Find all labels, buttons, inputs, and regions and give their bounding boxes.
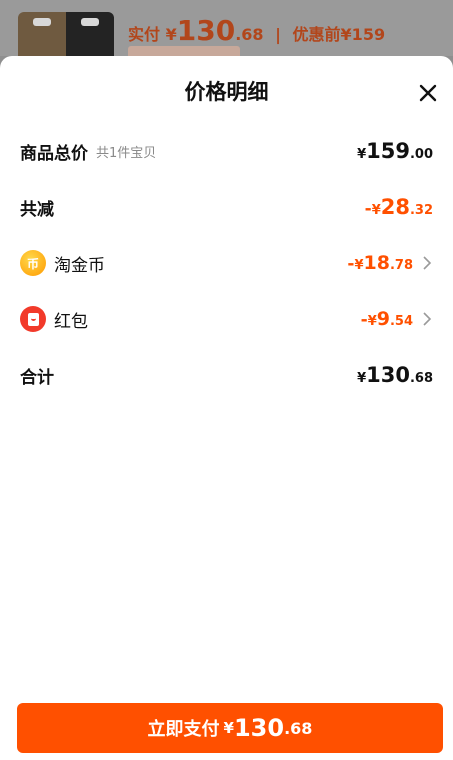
- row-total-reduction: 共减 - ¥28.32: [20, 192, 433, 222]
- row-taojinbi[interactable]: 币 淘金币 - ¥18.78: [20, 248, 433, 278]
- red-packet-icon: [20, 306, 46, 332]
- background-price-summary: 实付 ¥130.68 | 优惠前¥159: [128, 14, 385, 47]
- red-packet-amount: - ¥9.54: [360, 308, 413, 330]
- before-discount-label: 优惠前: [292, 25, 341, 44]
- paid-decimal: .68: [235, 25, 264, 44]
- grand-total-amount: ¥130.68: [357, 363, 433, 387]
- before-discount-amount: ¥159: [340, 25, 386, 44]
- taojinbi-label: 淘金币: [54, 255, 105, 276]
- chevron-right-icon: [423, 312, 432, 326]
- close-button[interactable]: [413, 78, 443, 108]
- taojinbi-coin-icon: 币: [20, 250, 46, 276]
- price-separator: |: [275, 25, 281, 44]
- row-grand-total: 合计 ¥130.68: [20, 360, 433, 390]
- row-goods-total: 商品总价 共1件宝贝 ¥159.00: [20, 136, 433, 166]
- background-chip: [128, 46, 240, 56]
- close-icon: [419, 84, 437, 102]
- price-detail-sheet: 价格明细 商品总价 共1件宝贝 ¥159.00 共减 - ¥28.32 币 淘金币…: [0, 56, 453, 760]
- taojinbi-amount: - ¥18.78: [347, 252, 413, 274]
- grand-total-label: 合计: [20, 367, 54, 388]
- paid-integer: 130: [176, 14, 236, 47]
- paid-currency: ¥: [165, 25, 177, 44]
- pay-currency: ¥: [223, 719, 234, 737]
- product-thumbnail: [18, 12, 114, 56]
- pay-decimal: .68: [284, 718, 313, 738]
- chevron-right-icon: [423, 256, 432, 270]
- red-packet-label: 红包: [54, 311, 88, 332]
- pay-now-label: 立即支付: [147, 719, 220, 740]
- goods-total-amount: ¥159.00: [357, 139, 433, 163]
- row-red-packet[interactable]: 红包 - ¥9.54: [20, 304, 433, 334]
- pay-now-button[interactable]: 立即支付 ¥130.68: [17, 703, 443, 753]
- pay-integer: 130: [233, 714, 285, 742]
- total-reduction-label: 共减: [20, 199, 54, 220]
- sheet-title: 价格明细: [184, 80, 269, 104]
- goods-count: 共1件宝贝: [96, 145, 157, 161]
- total-reduction-amount: - ¥28.32: [364, 195, 433, 219]
- paid-label: 实付: [128, 25, 161, 44]
- goods-total-label: 商品总价: [20, 143, 88, 164]
- background-order-summary: 实付 ¥130.68 | 优惠前¥159: [0, 0, 453, 56]
